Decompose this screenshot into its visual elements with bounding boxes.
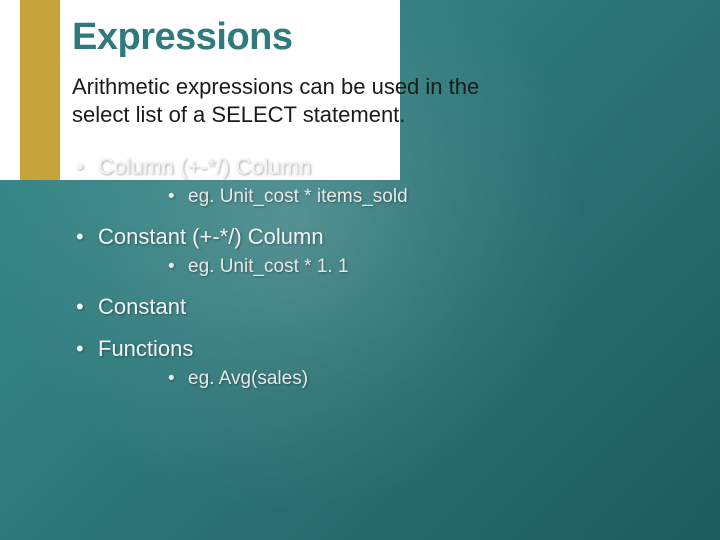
bullet-list: Column (+-*/) Column eg. Unit_cost * ite… <box>72 154 682 390</box>
accent-strip <box>20 0 60 180</box>
slide-content: Expressions Arithmetic expressions can b… <box>72 16 682 390</box>
list-item: Constant (+-*/) Column eg. Unit_cost * 1… <box>72 224 682 278</box>
list-item: Column (+-*/) Column eg. Unit_cost * ite… <box>72 154 682 208</box>
sub-list: eg. Avg(sales) <box>98 368 682 390</box>
bullet-text: eg. Avg(sales) <box>188 368 308 389</box>
bullet-text: Constant <box>98 294 186 319</box>
list-item: Functions eg. Avg(sales) <box>72 336 682 390</box>
slide-title: Expressions <box>72 16 682 59</box>
slide-intro: Arithmetic expressions can be used in th… <box>72 73 532 128</box>
bullet-text: eg. Unit_cost * 1. 1 <box>188 256 349 277</box>
list-item: eg. Unit_cost * items_sold <box>98 186 682 208</box>
bullet-text: eg. Unit_cost * items_sold <box>188 186 408 207</box>
bullet-text: Column (+-*/) Column <box>98 154 311 179</box>
bullet-text: Functions <box>98 336 193 361</box>
bullet-text: Constant (+-*/) Column <box>98 224 324 249</box>
list-item: eg. Unit_cost * 1. 1 <box>98 256 682 278</box>
list-item: eg. Avg(sales) <box>98 368 682 390</box>
list-item: Constant <box>72 294 682 320</box>
sub-list: eg. Unit_cost * 1. 1 <box>98 256 682 278</box>
sub-list: eg. Unit_cost * items_sold <box>98 186 682 208</box>
